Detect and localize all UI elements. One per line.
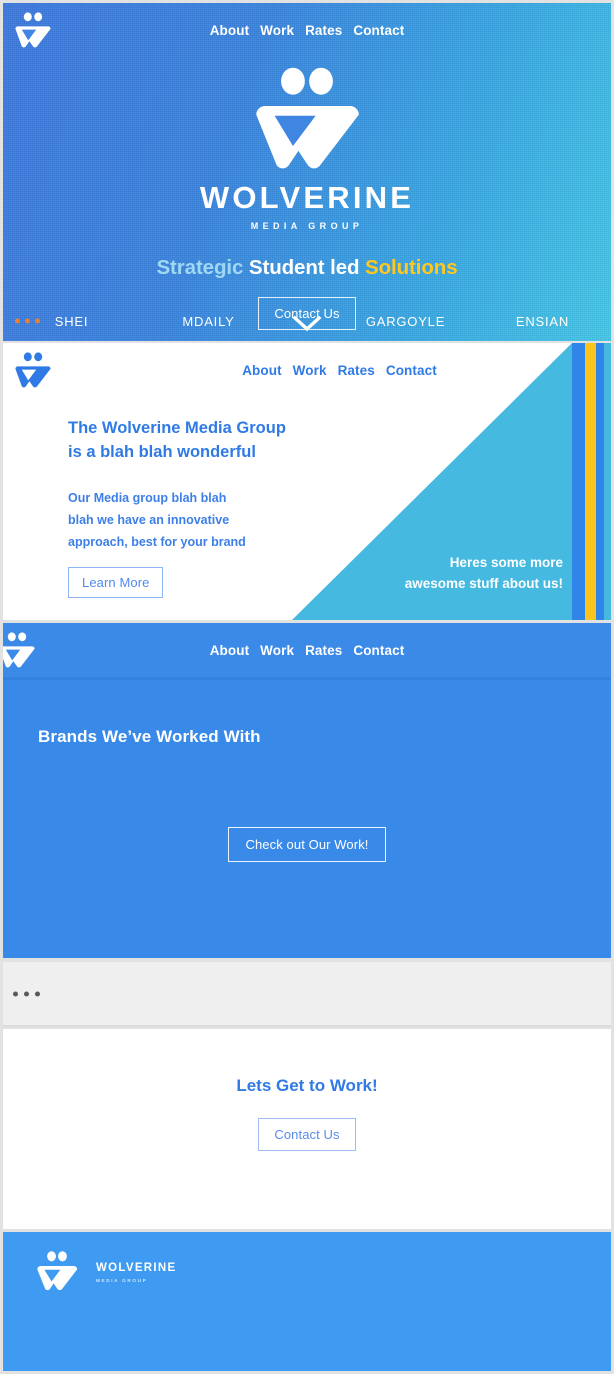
page-root: About Work Rates Contact WOLVERINE MEDIA… [0, 0, 614, 1374]
brands-title: Brands We’ve Worked With [38, 727, 261, 746]
nav-link-rates[interactable]: Rates [305, 23, 342, 38]
hero-navbar: About Work Rates Contact [3, 3, 611, 57]
footer-wordmark-block: WOLVERINE MEDIA GROUP [96, 1259, 177, 1284]
scroll-down-button[interactable] [277, 309, 337, 333]
nav-link-rates[interactable]: Rates [338, 363, 375, 378]
nav-link-about[interactable]: About [210, 643, 249, 658]
brand-item-mdaily[interactable]: MDAILY [140, 314, 277, 329]
contact-cta-title: Lets Get to Work! [236, 1076, 378, 1095]
about-paragraph-line-2: blah we have an innovative [68, 513, 230, 528]
wolverine-w-mark-icon [15, 12, 51, 48]
nav-link-work[interactable]: Work [293, 363, 327, 378]
brands-navbar: About Work Rates Contact [3, 623, 611, 677]
contact-cta-section: Lets Get to Work! Contact Us [3, 1029, 611, 1229]
brand-strip: SHEI MDAILY GARGOYLE ENSIAN [3, 301, 611, 341]
tagline-part-student-led: Student led [248, 256, 360, 279]
brand-item-ensian[interactable]: ENSIAN [474, 314, 611, 329]
about-navbar: About Work Rates Contact [15, 343, 611, 397]
wolverine-w-mark-icon [15, 352, 51, 388]
about-heading: The Wolverine Media Group is a blah blah… [68, 416, 611, 465]
nav-link-work[interactable]: Work [260, 23, 294, 38]
ellipsis-icon[interactable] [15, 318, 40, 324]
hero-nav-logo-icon[interactable] [13, 10, 53, 50]
footer-wordmark: WOLVERINE [96, 1261, 177, 1274]
brands-cta-wrap: Check out Our Work! [3, 827, 611, 862]
brands-nav-logo-icon[interactable] [3, 630, 37, 670]
wolverine-w-mark-icon [3, 632, 35, 668]
about-nav-logo-icon[interactable] [13, 350, 53, 390]
chevron-down-icon [292, 315, 322, 332]
brands-section: About Work Rates Contact Brands We’ve Wo… [3, 623, 611, 958]
nav-link-about[interactable]: About [242, 363, 281, 378]
about-paragraph: Our Media group blah blah blah we have a… [68, 487, 611, 554]
brand-item-gargoyle[interactable]: GARGOYLE [337, 314, 474, 329]
nav-link-rates[interactable]: Rates [305, 643, 342, 658]
about-section: About Work Rates Contact The Wolverine M… [3, 343, 611, 620]
ellipsis-icon[interactable] [13, 991, 40, 996]
footer-sub-wordmark: MEDIA GROUP [96, 1278, 148, 1284]
about-heading-line-1: The Wolverine Media Group [68, 419, 286, 437]
contact-us-button[interactable]: Contact Us [258, 1118, 356, 1151]
about-body: About Work Rates Contact The Wolverine M… [3, 343, 611, 598]
about-heading-line-2: is a blah blah wonderful [68, 443, 256, 462]
tagline-part-strategic: Strategic [156, 256, 244, 279]
wolverine-w-mark-icon [256, 67, 359, 169]
about-paragraph-line-1: Our Media group blah blah [68, 490, 227, 505]
hero-section: About Work Rates Contact WOLVERINE MEDIA… [3, 3, 611, 341]
footer-brand: WOLVERINE MEDIA GROUP [3, 1232, 611, 1292]
divider-band [3, 962, 611, 1027]
nav-link-contact[interactable]: Contact [386, 363, 437, 378]
nav-link-about[interactable]: About [210, 23, 249, 38]
hero-logo-block: WOLVERINE MEDIA GROUP [3, 65, 611, 231]
learn-more-button[interactable]: Learn More [68, 566, 164, 598]
check-out-our-work-button[interactable]: Check out Our Work! [228, 827, 386, 862]
hero-tagline: Strategic Student led Solutions [3, 256, 611, 280]
about-paragraph-line-3: approach, best for your brand [68, 535, 246, 550]
nav-link-contact[interactable]: Contact [353, 643, 404, 658]
hero-wordmark: WOLVERINE [199, 180, 415, 215]
site-footer: WOLVERINE MEDIA GROUP [3, 1232, 611, 1371]
nav-link-contact[interactable]: Contact [353, 23, 404, 38]
tagline-part-solutions: Solutions [365, 256, 458, 279]
hero-sub-wordmark: MEDIA GROUP [250, 221, 364, 231]
brands-divider [3, 677, 611, 680]
wolverine-w-mark-icon[interactable] [36, 1250, 78, 1292]
nav-link-work[interactable]: Work [260, 643, 294, 658]
